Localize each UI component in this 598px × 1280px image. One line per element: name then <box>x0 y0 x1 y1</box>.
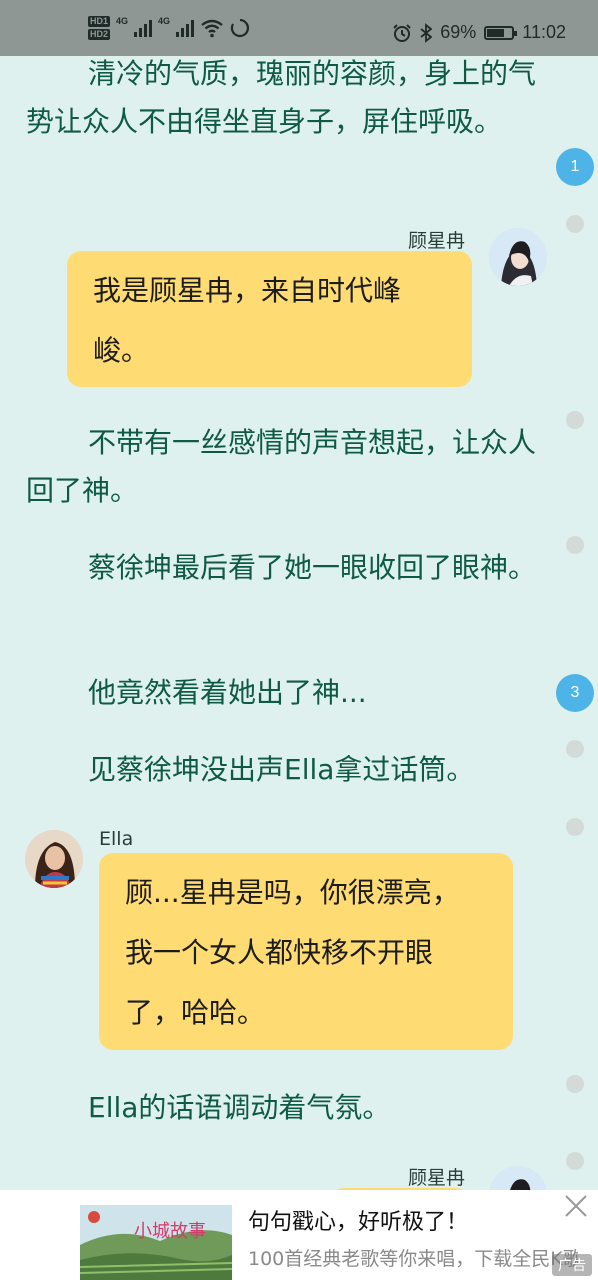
signal-icon <box>176 19 195 37</box>
story-paragraph[interactable]: 清冷的气质，瑰丽的容颜，身上的气势让众人不由得坐直身子，屏住呼吸。 <box>26 50 546 146</box>
ad-thumb-text: 小城故事 <box>134 1221 206 1242</box>
bluetooth-icon <box>420 22 433 43</box>
comment-count-badge[interactable]: 3 <box>556 674 594 712</box>
ad-subtitle[interactable]: 100首经典老歌等你来唱，下载全民K歌，畅享精彩 <box>248 1244 578 1271</box>
speaker-name: 顾星冉 <box>408 230 466 252</box>
story-paragraph[interactable]: Ella的话语调动着气氛。 <box>26 1084 546 1132</box>
chat-bubble[interactable]: 我是顾星冉，来自时代峰峻。 <box>67 251 472 387</box>
comment-dot[interactable] <box>566 1152 584 1170</box>
comment-dot[interactable] <box>566 818 584 836</box>
battery-icon <box>484 25 518 40</box>
avatar-image <box>25 830 83 888</box>
network-type-2: 4G <box>158 16 171 26</box>
chat-bubble[interactable]: 顾...星冉是吗，你很漂亮，我一个女人都快移不开眼了，哈哈。 <box>99 853 513 1050</box>
comment-count-badge[interactable]: 1 <box>556 148 594 186</box>
hd2-badge: HD2 <box>88 29 111 40</box>
clock: 11:02 <box>522 22 566 42</box>
story-paragraph[interactable]: 蔡徐坤最后看了她一眼收回了眼神。 <box>26 544 546 592</box>
speaker-name: 顾星冉 <box>408 1167 466 1189</box>
ad-banner[interactable]: 小城故事 句句戳心，好听极了！ 100首经典老歌等你来唱，下载全民K歌，畅享精彩… <box>0 1190 598 1280</box>
hd1-badge: HD1 <box>88 16 111 27</box>
story-paragraph[interactable]: 不带有一丝感情的声音想起，让众人回了神。 <box>26 419 546 515</box>
story-paragraph[interactable]: 他竟然看着她出了神... <box>26 669 546 717</box>
hd-indicators: HD1 HD2 <box>88 16 111 40</box>
loading-icon <box>230 18 250 38</box>
battery-fill <box>487 28 504 37</box>
comment-dot[interactable] <box>566 1075 584 1093</box>
comment-dot[interactable] <box>566 215 584 233</box>
comment-dot[interactable] <box>566 536 584 554</box>
close-icon[interactable] <box>562 1192 590 1220</box>
avatar[interactable] <box>489 228 547 286</box>
ad-title[interactable]: 句句戳心，好听极了！ <box>248 1204 468 1236</box>
battery-percent: 69% <box>440 22 477 42</box>
wifi-icon <box>201 19 223 38</box>
speaker-name: Ella <box>99 828 134 850</box>
status-left: HD1 HD2 4G 4G <box>88 16 250 40</box>
signal-icon <box>134 19 153 37</box>
alarm-icon <box>393 23 411 42</box>
ad-thumbnail-image: 小城故事 <box>80 1205 232 1280</box>
status-bar: HD1 HD2 4G 4G 69% 11:02 <box>0 0 598 56</box>
avatar[interactable] <box>25 830 83 888</box>
comment-dot[interactable] <box>566 411 584 429</box>
ad-thumbnail[interactable]: 小城故事 <box>80 1205 232 1280</box>
network-type-1: 4G <box>116 16 129 26</box>
status-right: 69% 11:02 <box>392 22 566 43</box>
ad-badge: 广告 <box>552 1254 592 1276</box>
story-paragraph[interactable]: 见蔡徐坤没出声Ella拿过话筒。 <box>26 746 546 794</box>
avatar-image <box>489 228 547 286</box>
comment-dot[interactable] <box>566 740 584 758</box>
